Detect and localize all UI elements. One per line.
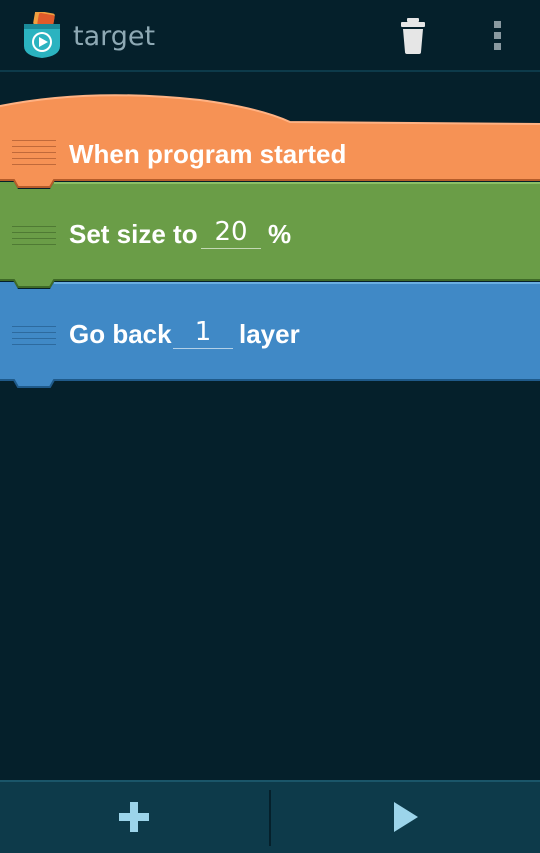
drag-handle-icon[interactable] (12, 140, 56, 170)
layer-value-field[interactable]: 1 (173, 316, 233, 349)
page-title: target (73, 21, 156, 52)
trash-icon (401, 18, 425, 54)
go-back-label: Go back (69, 319, 172, 349)
go-back-layer-brick[interactable]: Go back 1 layer (0, 282, 540, 390)
bottom-bar (0, 780, 540, 853)
delete-button[interactable] (390, 14, 438, 58)
size-value-field[interactable]: 20 (201, 216, 261, 249)
drag-handle-icon[interactable] (12, 326, 56, 350)
layer-label: layer (239, 319, 300, 349)
pocket-code-app-icon[interactable] (20, 10, 64, 60)
overflow-menu-icon (494, 21, 501, 50)
add-brick-button[interactable] (0, 782, 269, 853)
drag-handle-icon[interactable] (12, 226, 56, 250)
when-program-started-brick[interactable]: When program started (0, 94, 540, 190)
app-root: target When program started Set size to … (0, 0, 540, 853)
set-size-brick[interactable]: Set size to 20 % (0, 182, 540, 288)
add-icon (119, 802, 149, 832)
set-size-label: Set size to (69, 219, 198, 249)
overflow-menu-button[interactable] (478, 14, 518, 58)
play-icon (394, 802, 418, 832)
play-button[interactable] (271, 782, 540, 853)
brick-label: When program started (69, 139, 347, 169)
action-bar: target (0, 0, 540, 72)
percent-label: % (268, 219, 292, 249)
